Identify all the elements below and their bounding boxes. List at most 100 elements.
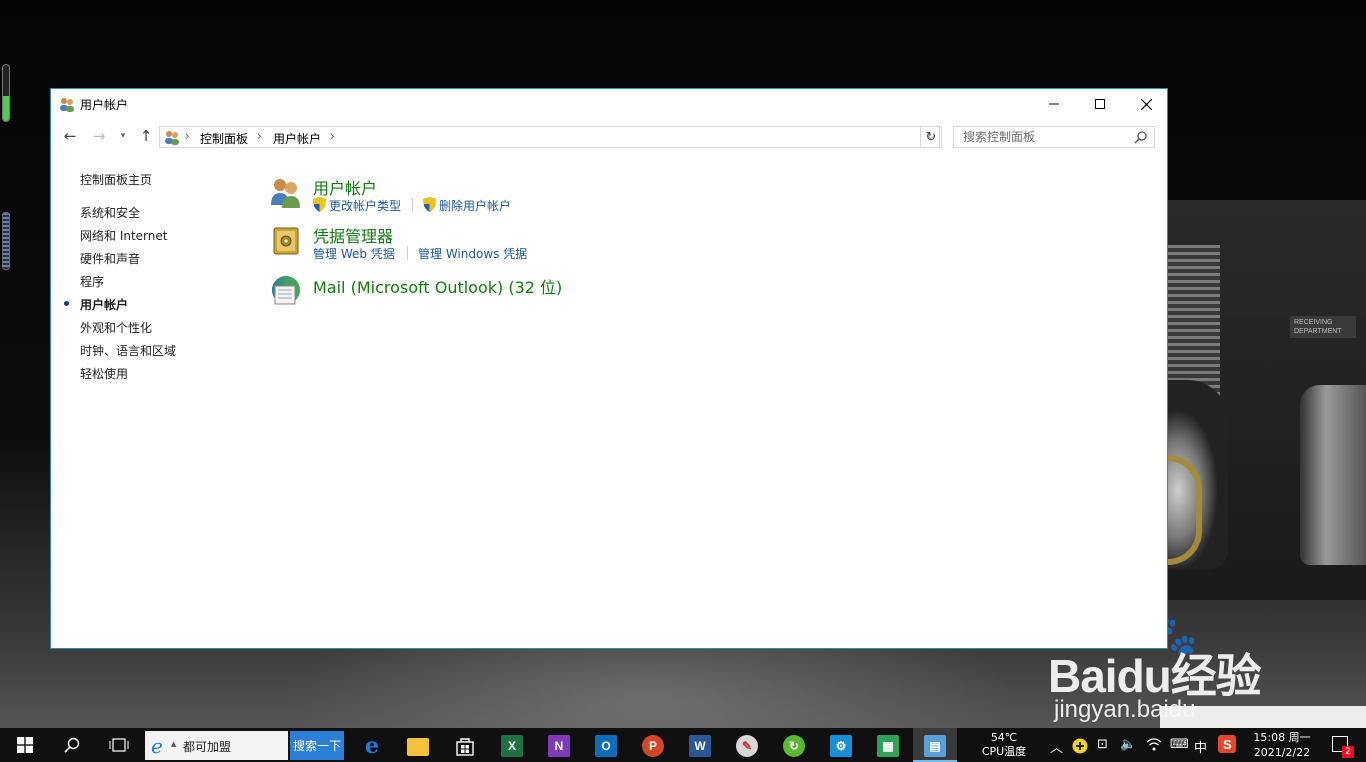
maximize-button[interactable]	[1077, 89, 1123, 119]
refresh-icon: ↻	[925, 129, 937, 145]
file-explorer-icon[interactable]	[407, 738, 429, 756]
title-bar[interactable]: 用户帐户	[51, 89, 1167, 119]
word-icon[interactable]: W	[689, 735, 711, 757]
breadcrumb-control-panel[interactable]: 控制面板	[200, 130, 248, 147]
battery-gadget	[2, 64, 10, 122]
link-separator	[412, 198, 413, 212]
chevron-up-icon[interactable]: ︿	[1050, 737, 1063, 756]
link-change-account-type[interactable]: 更改帐户类型	[329, 197, 401, 214]
uac-shield-icon	[423, 197, 436, 212]
outlook-icon[interactable]: O	[595, 735, 617, 757]
ie-widget-text: 都可加盟	[183, 740, 232, 754]
notification-badge: 2	[1342, 746, 1354, 758]
wifi-icon[interactable]	[1146, 737, 1162, 755]
refresh-button[interactable]: ↻	[920, 126, 942, 148]
maximize-icon	[1095, 99, 1105, 109]
users-icon[interactable]	[269, 175, 303, 209]
control-panel-icon[interactable]: ▤	[924, 735, 946, 757]
windows-logo-icon	[17, 737, 33, 753]
sidebar-item-network[interactable]: 网络和 Internet	[80, 227, 167, 244]
close-icon	[1140, 98, 1152, 110]
search-icon[interactable]	[1134, 130, 1148, 144]
breadcrumb-separator-icon[interactable]: ›	[257, 129, 262, 143]
triangle-down-icon: ▲	[171, 740, 177, 748]
store-bag-icon	[456, 738, 474, 756]
plus-circle-icon	[1072, 738, 1088, 754]
users-icon	[165, 131, 179, 145]
cpu-temp-label: CPU温度	[981, 745, 1027, 758]
mail-icon[interactable]	[269, 274, 303, 308]
task-view-button[interactable]	[97, 728, 141, 762]
link-delete-user-account[interactable]: 删除用户帐户	[439, 197, 511, 214]
close-button[interactable]	[1123, 89, 1169, 119]
back-button[interactable]: ←	[60, 126, 80, 146]
clock-time: 15:08 周一	[1253, 731, 1311, 744]
volume-icon[interactable]: 🔈	[1120, 737, 1136, 752]
sidebar-item-programs[interactable]: 程序	[80, 273, 104, 290]
edge-icon[interactable]: e	[361, 733, 383, 759]
address-bar[interactable]: › 控制面板 › 用户帐户 › ⌵	[159, 126, 940, 148]
sidebar-home-link[interactable]: 控制面板主页	[80, 171, 152, 188]
excel-icon[interactable]: X	[501, 735, 523, 757]
side-gadget	[2, 212, 10, 270]
ime-indicator[interactable]: 中	[1194, 737, 1207, 756]
chevron-down-icon: ▾	[120, 131, 126, 141]
store-icon[interactable]	[454, 735, 476, 757]
network-device-icon[interactable]: ⊡	[1097, 737, 1108, 752]
arrow-up-icon: ↑	[139, 127, 153, 145]
wifi-signal-icon	[1146, 738, 1162, 751]
window-title: 用户帐户	[80, 98, 129, 112]
navigation-bar: ← → ▾ ↑ › 控制面板 › 用户帐户 › ⌵ ↻	[51, 123, 1167, 149]
wallpaper-wheel	[1168, 455, 1202, 565]
cpu-temperature[interactable]: 54℃ CPU温度	[978, 731, 1030, 759]
task-view-icon	[109, 738, 129, 752]
tray-app-icon[interactable]	[1072, 738, 1088, 758]
start-button[interactable]	[3, 728, 47, 762]
wallpaper-sign: RECEIVING DEPARTMENT	[1290, 316, 1356, 338]
floating-toolbar	[1160, 706, 1366, 728]
settings-icon[interactable]: ⚙	[830, 735, 852, 757]
up-button[interactable]: ↑	[136, 126, 156, 146]
category-title-user-accounts[interactable]: 用户帐户	[313, 175, 377, 199]
vault-icon[interactable]	[269, 223, 303, 257]
clock-date: 2021/2/22	[1253, 746, 1311, 759]
search-input[interactable]	[954, 127, 1133, 147]
link-manage-web-credentials[interactable]: 管理 Web 凭据	[313, 245, 395, 262]
sidebar-item-clock-region[interactable]: 时钟、语言和区域	[80, 342, 176, 359]
cpu-temp-value: 54℃	[990, 731, 1018, 744]
search-button[interactable]	[50, 728, 94, 762]
sidebar-item-ease-of-access[interactable]: 轻松使用	[80, 365, 128, 382]
category-title-mail[interactable]: Mail (Microsoft Outlook) (32 位)	[313, 274, 562, 298]
svg-text:S: S	[1223, 737, 1232, 752]
breadcrumb-separator-icon[interactable]: ›	[185, 129, 190, 143]
link-separator	[407, 246, 408, 260]
sidebar-item-system-security[interactable]: 系统和安全	[80, 204, 140, 221]
ie-address-widget[interactable]: e ▲ 都可加盟	[145, 731, 288, 760]
search-box[interactable]	[953, 126, 1155, 148]
paint-icon[interactable]: ✎	[736, 735, 758, 757]
recent-locations-button[interactable]: ▾	[113, 126, 133, 146]
minimize-button[interactable]	[1031, 89, 1077, 119]
search-web-button[interactable]: 搜索一下	[290, 731, 344, 760]
sidebar-item-user-accounts[interactable]: 用户帐户	[64, 296, 128, 313]
users-icon	[60, 98, 74, 112]
keyboard-icon[interactable]: ⌨	[1170, 737, 1189, 752]
link-manage-windows-credentials[interactable]: 管理 Windows 凭据	[418, 245, 527, 262]
clock[interactable]: 15:08 周一 2021/2/22	[1246, 730, 1318, 760]
onenote-icon[interactable]: N	[548, 735, 570, 757]
breadcrumb-user-accounts[interactable]: 用户帐户	[273, 130, 321, 147]
active-bullet-icon	[64, 301, 69, 306]
sogou-logo-icon: S	[1218, 735, 1236, 753]
breadcrumb-separator-icon[interactable]: ›	[330, 129, 335, 143]
uac-shield-icon	[313, 197, 326, 212]
sidebar-item-hardware[interactable]: 硬件和声音	[80, 250, 140, 267]
arrow-left-icon: ←	[63, 127, 77, 145]
powerpoint-icon[interactable]: P	[642, 735, 664, 757]
category-title-credential-manager[interactable]: 凭据管理器	[313, 223, 393, 247]
sogou-icon[interactable]: S	[1218, 735, 1236, 757]
sidebar-item-appearance[interactable]: 外观和个性化	[80, 319, 152, 336]
forward-button[interactable]: →	[89, 126, 109, 146]
refresh-app-icon[interactable]: ↻	[783, 735, 805, 757]
photos-icon[interactable]: ▦	[877, 735, 899, 757]
search-icon	[64, 737, 80, 753]
